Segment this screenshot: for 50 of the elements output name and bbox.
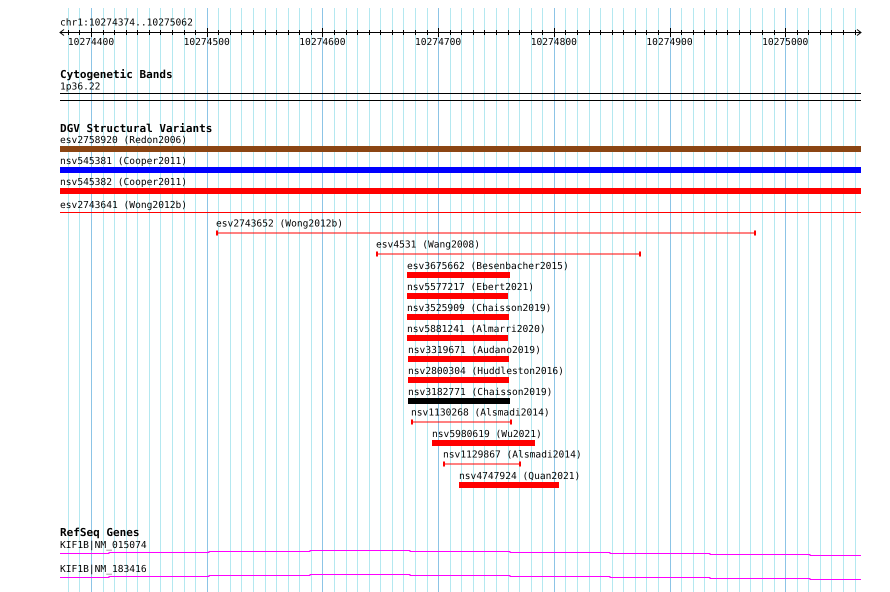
feature-label: esv2743652 (Wong2012b) <box>216 218 344 230</box>
feature-label: esv4531 (Wang2008) <box>376 240 480 250</box>
feature-label: nsv3319671 (Audano2019) <box>408 345 541 356</box>
gene-label: KIF1B|NM_183416 <box>60 564 147 575</box>
variant-bar[interactable] <box>407 314 509 320</box>
variant-bar[interactable] <box>60 188 861 194</box>
feature-label: nsv2800304 (Huddleston2016) <box>408 366 564 377</box>
variant-line[interactable] <box>60 212 861 213</box>
variant-span[interactable] <box>411 420 512 424</box>
feature-label: nsv545382 (Cooper2011) <box>60 177 188 188</box>
variant-bar[interactable] <box>432 440 535 446</box>
tick-label: 10274400 <box>68 37 114 48</box>
variant-span[interactable] <box>216 230 756 236</box>
feature-label: nsv3182771 (Chaisson2019) <box>408 387 552 398</box>
tick-label: 10274700 <box>415 37 462 48</box>
feature-label: esv2758920 (Redon2006) <box>60 135 188 146</box>
tick-label: 10274500 <box>184 37 230 48</box>
variant-bar[interactable] <box>60 146 861 152</box>
track-title: DGV Structural Variants <box>60 122 212 135</box>
variant-bar[interactable] <box>60 167 861 173</box>
tick-label: 10274600 <box>299 37 346 48</box>
feature-label: nsv3525909 (Chaisson2019) <box>407 303 552 314</box>
feature-label: nsv5577217 (Ebert2021) <box>407 282 534 293</box>
feature-label: esv3675662 (Besenbacher2015) <box>407 261 569 272</box>
track-title: Cytogenetic Bands <box>60 68 173 81</box>
gene-label: KIF1B|NM_015074 <box>60 540 147 551</box>
variant-span[interactable] <box>443 462 521 466</box>
gene-model[interactable] <box>60 550 862 556</box>
tick-label: 10274800 <box>530 37 577 48</box>
feature-label: nsv5980619 (Wu2021) <box>432 429 542 440</box>
variant-bar[interactable] <box>408 398 510 404</box>
feature-label: nsv1129867 (Alsmadi2014) <box>443 450 582 460</box>
variant-bar[interactable] <box>459 482 559 488</box>
feature-label: nsv5881241 (Almarri2020) <box>407 324 546 335</box>
variant-bar[interactable] <box>407 272 510 278</box>
feature-label: nsv1130268 (Alsmadi2014) <box>411 408 550 418</box>
range-label: chr1:10274374..10275062 <box>60 18 193 28</box>
variant-bar[interactable] <box>407 293 508 299</box>
variant-bar[interactable] <box>407 335 508 341</box>
variant-span[interactable] <box>376 252 641 256</box>
tick-label: 10275000 <box>762 37 808 48</box>
band-label: 1p36.22 <box>60 82 100 92</box>
variant-bar[interactable] <box>408 377 509 383</box>
feature-label: nsv545381 (Cooper2011) <box>60 156 188 167</box>
gene-model[interactable] <box>60 574 862 580</box>
feature-label: nsv4747924 (Quan2021) <box>459 471 580 482</box>
feature-label: esv2743641 (Wong2012b) <box>60 200 188 211</box>
track-title: RefSeq Genes <box>60 526 140 539</box>
tick-label: 10274900 <box>646 37 693 48</box>
variant-bar[interactable] <box>408 356 509 362</box>
